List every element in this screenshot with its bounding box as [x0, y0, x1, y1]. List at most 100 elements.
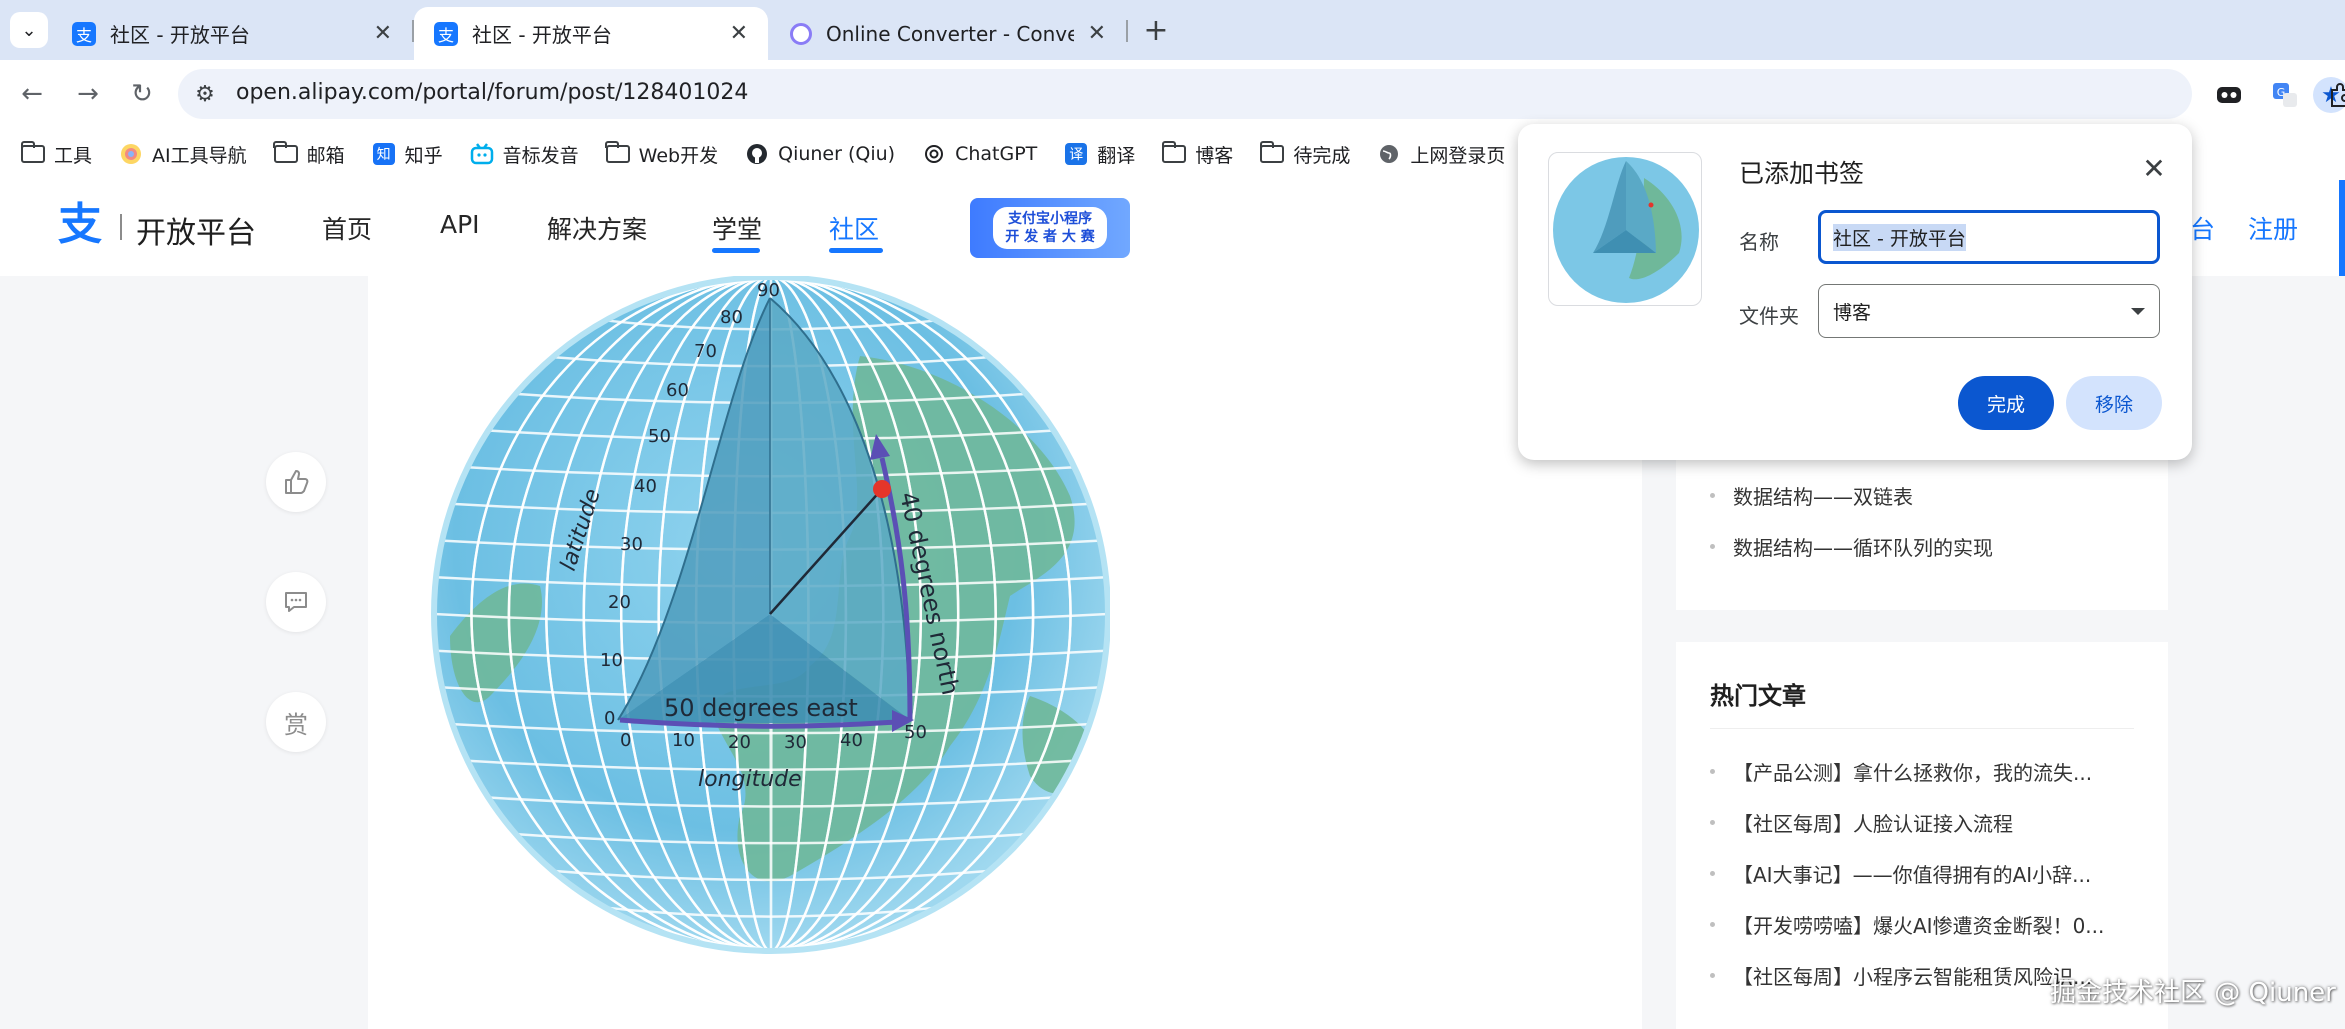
tab-separator: [1126, 20, 1128, 42]
close-icon[interactable]: ✕: [730, 21, 748, 46]
bookmark-item[interactable]: 音标发音: [469, 141, 579, 168]
name-label: 名称: [1739, 230, 1779, 254]
extension-icon[interactable]: [2214, 80, 2244, 110]
lat-tick: 0: [604, 708, 615, 729]
bullet: [1710, 493, 1715, 498]
bullet: [1710, 769, 1715, 774]
bookmark-item[interactable]: ChatGPT: [921, 142, 1037, 166]
bookmark-item[interactable]: 知 知乎: [371, 141, 443, 168]
tab-2-active[interactable]: 支 社区 - 开放平台 ✕: [414, 7, 768, 60]
extensions-puzzle-icon[interactable]: [2326, 80, 2345, 110]
juejin-watermark: 掘金技术社区 @ Qiuner: [2050, 978, 2336, 1008]
folder-icon: [273, 141, 299, 166]
target-point-marker: [873, 480, 891, 498]
bookmark-item[interactable]: Web开发: [605, 141, 718, 168]
lon-tick: 20: [728, 732, 751, 753]
close-icon[interactable]: ✕: [374, 21, 392, 46]
bookmark-name-input[interactable]: 社区 - 开放平台: [1818, 210, 2160, 264]
chatgpt-icon: [921, 142, 947, 166]
related-list: 数据结构——双链表 数据结构——循环队列的实现: [1710, 470, 1993, 572]
bookmark-item[interactable]: 待完成: [1259, 141, 1350, 168]
nav-community[interactable]: 社区: [829, 210, 879, 246]
related-item[interactable]: 数据结构——循环队列的实现: [1710, 521, 1993, 572]
like-icon[interactable]: [266, 452, 326, 512]
ai-nav-icon: [118, 142, 144, 166]
reward-icon[interactable]: 赏: [266, 692, 326, 752]
hot-articles-card: 热门文章 【产品公测】拿什么拯救你，我的流失... 【社区每周】人脸认证接入流程…: [1676, 642, 2168, 1029]
lat-tick: 70: [694, 341, 717, 362]
done-button[interactable]: 完成: [1958, 376, 2054, 430]
bookmark-name-value[interactable]: 社区 - 开放平台: [1833, 223, 1966, 251]
lat-tick: 60: [666, 380, 689, 401]
lat-tick: 80: [720, 307, 743, 328]
hot-article-item[interactable]: 【产品公测】拿什么拯救你，我的流失...: [1710, 746, 2104, 797]
hot-articles-list: 【产品公测】拿什么拯救你，我的流失... 【社区每周】人脸认证接入流程 【AI大…: [1710, 746, 2104, 1001]
hot-articles-divider: [1710, 728, 2134, 729]
tab-3[interactable]: Online Converter - Convert Image, Video,…: [770, 7, 1126, 60]
hot-article-item[interactable]: 【开发唠唠嗑】爆火AI惨遭资金断裂！0...: [1710, 899, 2104, 950]
hot-article-item[interactable]: 【社区每周】人脸认证接入流程: [1710, 797, 2104, 848]
url-text[interactable]: open.alipay.com/portal/forum/post/128401…: [236, 80, 748, 105]
close-icon[interactable]: ✕: [1088, 21, 1106, 46]
folder-select[interactable]: 博客: [1818, 284, 2160, 338]
new-tab-plus-icon[interactable]: +: [1138, 12, 1174, 48]
tab-search-button[interactable]: ⌄: [10, 12, 48, 48]
forward-arrow-icon[interactable]: →: [68, 74, 108, 114]
bullet: [1710, 544, 1715, 549]
chevron-down-icon: ⌄: [21, 19, 37, 41]
page-thumbnail: [1548, 152, 1702, 306]
lat-tick: 20: [608, 592, 631, 613]
hot-article-item[interactable]: 【社区每周】小程序云智能租赁风险识...: [1710, 950, 2104, 1001]
page-scrollbar[interactable]: [2339, 180, 2345, 276]
site-settings-icon[interactable]: ⚙: [192, 81, 218, 107]
lat-tick: 30: [620, 534, 643, 555]
alipay-logo-icon[interactable]: 支: [58, 202, 110, 248]
hot-article-item[interactable]: 【AI大事记】——你值得拥有的AI小辞...: [1710, 848, 2104, 899]
browser-toolbar: ← → ↻ ⚙ open.alipay.com/portal/forum/pos…: [0, 60, 2345, 128]
bookmark-item[interactable]: 邮箱: [273, 141, 345, 168]
address-bar[interactable]: ⚙ open.alipay.com/portal/forum/post/1284…: [178, 69, 2345, 119]
globe-icon: [1376, 142, 1402, 166]
logo-divider: [120, 214, 122, 240]
reload-icon[interactable]: ↻: [122, 74, 162, 114]
close-icon[interactable]: ✕: [2136, 150, 2172, 186]
nav-academy-underline: [712, 248, 760, 253]
alipay-favicon-icon: 支: [72, 21, 96, 46]
dropdown-caret-icon: [2131, 307, 2145, 315]
bookmark-item[interactable]: AI工具导航: [118, 141, 247, 168]
back-arrow-icon[interactable]: ←: [12, 74, 52, 114]
alipay-favicon-icon: 支: [434, 21, 458, 46]
translate-extension-icon[interactable]: G: [2270, 80, 2300, 110]
folder-icon: [1259, 141, 1285, 166]
globe-figure: 90 80 70 60 50 40 30 20 10 0 0 10 20 30 …: [431, 276, 1110, 954]
comment-icon[interactable]: [266, 572, 326, 632]
lon-tick: 50: [904, 722, 927, 743]
developer-contest-banner[interactable]: 支付宝小程序 开 发 者 大 赛: [970, 198, 1130, 258]
bookmark-item[interactable]: 译 翻译: [1063, 141, 1135, 168]
remove-button[interactable]: 移除: [2066, 376, 2162, 430]
bookmark-item[interactable]: Qiuner (Qiu): [744, 142, 895, 166]
nav-solutions[interactable]: 解决方案: [547, 210, 647, 246]
register-link[interactable]: 注册: [2248, 210, 2298, 246]
promo-line-1: 支付宝小程序: [1008, 211, 1092, 227]
bookmark-item[interactable]: 博客: [1161, 141, 1233, 168]
console-link[interactable]: 台: [2190, 210, 2215, 246]
tab-title: 社区 - 开放平台: [472, 23, 612, 47]
nav-home[interactable]: 首页: [322, 210, 372, 246]
translate-icon: 译: [1063, 142, 1089, 166]
bookmark-item[interactable]: 工具: [20, 141, 92, 168]
bookmark-item[interactable]: 上网登录页: [1376, 141, 1505, 168]
related-item[interactable]: 数据结构——双链表: [1710, 470, 1993, 521]
nav-academy[interactable]: 学堂: [712, 210, 762, 246]
nav-community-underline: [829, 248, 883, 253]
lon-tick: 0: [620, 730, 631, 751]
bullet: [1710, 820, 1715, 825]
site-logo-text[interactable]: 开放平台: [136, 208, 256, 252]
nav-api[interactable]: API: [440, 210, 480, 239]
zhihu-icon: 知: [371, 142, 397, 166]
bullet: [1710, 973, 1715, 978]
tab-strip: ⌄ 支 社区 - 开放平台 ✕ 支 社区 - 开放平台 ✕ Online Con…: [0, 0, 2345, 60]
lon-tick: 30: [784, 732, 807, 753]
lon-tick: 40: [840, 730, 863, 751]
tab-1[interactable]: 支 社区 - 开放平台 ✕: [52, 7, 412, 60]
